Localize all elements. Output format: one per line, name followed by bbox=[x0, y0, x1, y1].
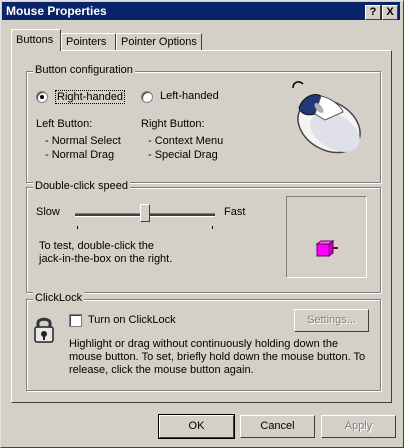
clicklock-label: ClickLock bbox=[33, 292, 85, 304]
lock-icon bbox=[34, 317, 54, 343]
test-instructions: To test, double-click the jack-in-the-bo… bbox=[39, 240, 173, 265]
left-button-item: - Normal Drag bbox=[45, 149, 115, 161]
left-handed-label[interactable]: Left-handed bbox=[160, 90, 219, 102]
left-button-item: - Normal Select bbox=[45, 135, 121, 147]
tab-panel: Button configuration Right-handed Left-h… bbox=[11, 50, 392, 403]
right-handed-label[interactable]: Right-handed bbox=[55, 90, 126, 104]
right-button-item: - Special Drag bbox=[148, 149, 218, 161]
ok-button[interactable]: OK bbox=[158, 414, 235, 439]
clicklock-description: Highlight or drag without continuously h… bbox=[69, 338, 366, 376]
button-config-label: Button configuration bbox=[33, 64, 135, 76]
cancel-button[interactable]: Cancel bbox=[240, 415, 315, 438]
jack-in-the-box-icon[interactable] bbox=[315, 239, 339, 259]
mouse-properties-window: Mouse Properties ? X Buttons Pointers Po… bbox=[0, 0, 404, 448]
right-button-item: - Context Menu bbox=[148, 135, 224, 147]
slider-tick bbox=[77, 226, 78, 229]
right-handed-radio[interactable] bbox=[36, 91, 48, 103]
slider-thumb[interactable] bbox=[140, 204, 150, 222]
mouse-image bbox=[292, 81, 361, 154]
title-bar[interactable]: Mouse Properties ? X bbox=[2, 2, 400, 20]
double-click-label: Double-click speed bbox=[33, 180, 130, 192]
close-button[interactable]: X bbox=[382, 5, 398, 20]
settings-button[interactable]: Settings... bbox=[294, 309, 369, 332]
left-handed-radio[interactable] bbox=[141, 91, 153, 103]
fast-label: Fast bbox=[224, 206, 246, 218]
right-button-heading: Right Button: bbox=[141, 118, 205, 130]
help-button[interactable]: ? bbox=[365, 5, 381, 20]
clicklock-group: ClickLock Turn on ClickLock Settings... … bbox=[26, 292, 381, 391]
tab-pointers[interactable]: Pointers bbox=[61, 33, 116, 51]
slow-label: Slow bbox=[36, 206, 60, 218]
tab-buttons[interactable]: Buttons bbox=[11, 29, 61, 51]
button-config-group: Button configuration Right-handed Left-h… bbox=[26, 64, 381, 183]
slider-tick bbox=[212, 226, 213, 229]
tab-pointer-options[interactable]: Pointer Options bbox=[116, 33, 202, 51]
double-click-group: Double-click speed Slow Fast To test, do… bbox=[26, 180, 381, 293]
left-button-heading: Left Button: bbox=[36, 118, 93, 130]
test-area[interactable] bbox=[286, 196, 367, 278]
window-title: Mouse Properties bbox=[6, 4, 107, 18]
clicklock-checkbox[interactable] bbox=[69, 314, 82, 327]
clicklock-checkbox-label[interactable]: Turn on ClickLock bbox=[88, 314, 176, 326]
apply-button[interactable]: Apply bbox=[321, 415, 396, 438]
